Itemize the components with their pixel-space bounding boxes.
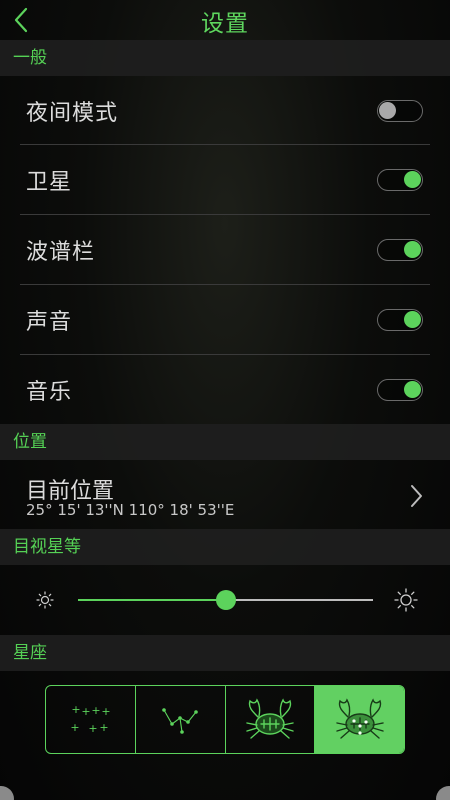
svg-text:+: +: [89, 722, 98, 735]
section-header-location: 位置: [0, 424, 450, 460]
spectrum-bar-toggle[interactable]: [377, 239, 423, 261]
magnitude-slider-row: [0, 565, 450, 635]
setting-label: 音乐: [26, 380, 73, 405]
setting-row-night-mode: 夜间模式: [0, 76, 450, 146]
toggle-knob: [379, 102, 396, 119]
svg-text:+: +: [92, 704, 101, 717]
sun-large-icon: [394, 588, 418, 612]
section-header-constellation: 星座: [0, 635, 450, 671]
stars-icon: + + + + + + +: [71, 703, 111, 735]
magnitude-slider-fill: [78, 599, 226, 601]
section-header-general: 一般: [0, 40, 450, 76]
nav-bar: 设置: [0, 0, 450, 40]
constellation-art-lines-option[interactable]: [315, 686, 404, 753]
sun-small-icon: [36, 591, 54, 609]
constellation-art-option[interactable]: [226, 686, 316, 753]
crab-art-lines-icon: [335, 697, 384, 739]
crab-art-icon: [246, 697, 294, 739]
sound-toggle[interactable]: [377, 309, 423, 331]
night-mode-toggle[interactable]: [377, 100, 423, 122]
corner-decoration: [0, 786, 14, 800]
page-title: 设置: [201, 11, 249, 37]
corner-decoration: [436, 786, 450, 800]
toggle-knob: [404, 381, 421, 398]
toggle-knob: [404, 171, 421, 188]
svg-text:+: +: [100, 721, 109, 734]
setting-label: 卫星: [26, 170, 73, 195]
constellation-mode-selector: + + + + + + +: [45, 685, 405, 754]
setting-row-sound: 声音: [0, 285, 450, 355]
setting-row-satellite: 卫星: [0, 145, 450, 215]
constellation-stars-option[interactable]: + + + + + + +: [46, 686, 136, 753]
setting-row-music: 音乐: [0, 355, 450, 425]
setting-label: 波谱栏: [26, 240, 96, 265]
current-location-coordinates: 25° 15' 13''N 110° 18' 53''E: [26, 501, 235, 519]
svg-text:+: +: [72, 703, 81, 716]
toggle-knob: [404, 241, 421, 258]
magnitude-slider-thumb[interactable]: [215, 590, 236, 610]
setting-label: 声音: [26, 310, 73, 335]
music-toggle[interactable]: [377, 379, 423, 401]
svg-text:+: +: [102, 705, 111, 718]
section-header-magnitude: 目视星等: [0, 529, 450, 565]
lines-icon: [162, 707, 198, 734]
satellite-toggle[interactable]: [377, 169, 423, 191]
constellation-lines-option[interactable]: [136, 686, 226, 753]
setting-row-spectrum-bar: 波谱栏: [0, 215, 450, 285]
setting-label: 夜间模式: [26, 101, 119, 126]
chevron-right-icon[interactable]: [408, 483, 424, 509]
toggle-knob: [404, 311, 421, 328]
svg-text:+: +: [82, 705, 91, 718]
magnitude-slider-track[interactable]: [78, 590, 373, 610]
svg-text:+: +: [71, 721, 80, 734]
